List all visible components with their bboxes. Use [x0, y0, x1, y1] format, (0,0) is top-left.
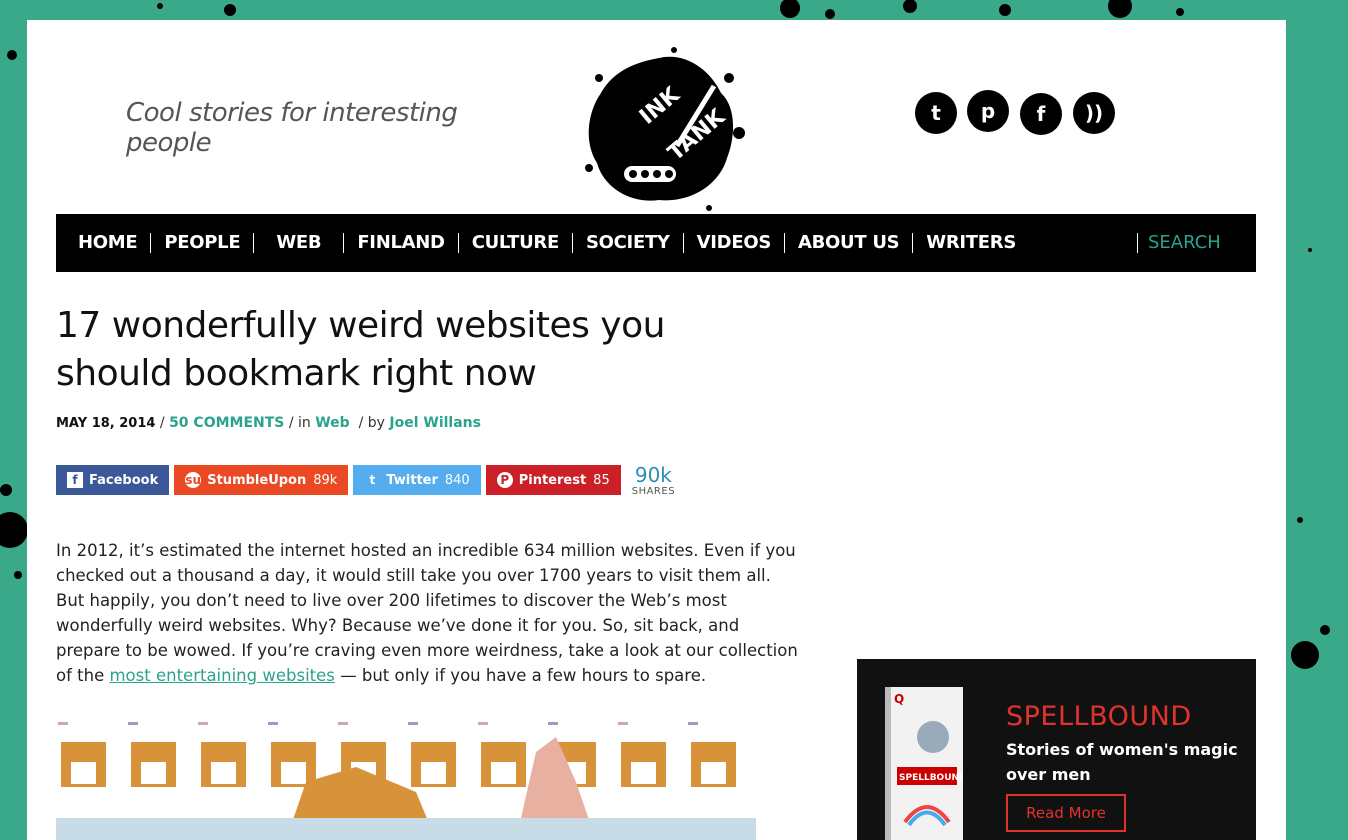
share-stumbleupon-count: 89k [313, 472, 338, 488]
social-links: t p f )) [907, 60, 1137, 170]
book-cover-title: SPELLBOUND [899, 773, 963, 783]
nav-search[interactable]: SEARCH [1137, 233, 1256, 253]
corgi-pixel-art-image [56, 722, 756, 840]
share-twitter-label: Twitter [386, 472, 438, 488]
entertaining-websites-link[interactable]: most entertaining websites [109, 666, 334, 685]
nav-item-web[interactable]: WEB [254, 233, 345, 253]
ink-tank-logo[interactable]: INK TANK [559, 38, 759, 218]
article-meta: MAY 18, 2014 / 50 COMMENTS / in Web / by… [56, 415, 776, 431]
share-facebook-button[interactable]: f Facebook [56, 465, 170, 495]
share-stumbleupon-button[interactable]: su StumbleUpon 89k [174, 465, 349, 495]
article-intro-text: In 2012, it’s estimated the internet hos… [56, 541, 798, 685]
share-total-count: 90k [634, 462, 672, 487]
svg-text:Q: Q [894, 692, 904, 706]
share-total: 90k SHARES [632, 464, 675, 497]
author-link[interactable]: Joel Willans [389, 415, 481, 431]
share-twitter-count: 840 [444, 472, 470, 488]
article-title: 17 wonderfully weird websites you should… [56, 305, 665, 394]
article-intro-text-end: — but only if you have a few hours to sp… [334, 666, 707, 685]
pinterest-icon[interactable]: p [967, 90, 1009, 132]
article-date: MAY 18, 2014 [56, 416, 156, 431]
category-link[interactable]: Web [315, 415, 349, 431]
meta-separator: / [155, 415, 170, 431]
spellbound-ad[interactable]: Q SPELLBOUND SPELLBOUND Stories of women… [857, 659, 1256, 840]
ad-subtitle: Stories of women's magic over men [1006, 740, 1238, 784]
twitter-icon[interactable]: t [915, 92, 957, 134]
comments-link[interactable]: 50 COMMENTS [169, 415, 284, 431]
nav-item-videos[interactable]: VIDEOS [684, 233, 785, 253]
nav-item-culture[interactable]: CULTURE [459, 233, 573, 253]
nav-item-finland[interactable]: FINLAND [344, 233, 459, 253]
site-tagline: Cool stories for interesting people [126, 98, 458, 158]
share-pinterest-count: 85 [593, 472, 610, 488]
share-pinterest-button[interactable]: P Pinterest 85 [485, 465, 621, 495]
facebook-icon: f [67, 472, 83, 488]
share-bar: f Facebook su StumbleUpon 89k t Twitter … [56, 464, 675, 497]
meta-by-label: / by [349, 415, 390, 431]
pinterest-icon: P [496, 472, 513, 488]
share-total-label: SHARES [631, 485, 676, 497]
twitter-icon: t [369, 473, 376, 487]
article-intro: In 2012, it’s estimated the internet hos… [56, 538, 798, 688]
share-twitter-button[interactable]: t Twitter 840 [353, 465, 481, 495]
nav-item-home[interactable]: HOME [56, 233, 152, 253]
main-navigation: HOME PEOPLE WEB FINLAND CULTURE SOCIETY … [56, 214, 1256, 272]
page-container: Cool stories for interesting people INK … [27, 20, 1286, 840]
meta-in-label: / in [284, 415, 316, 431]
nav-item-writers[interactable]: WRITERS [913, 233, 1029, 253]
book-cover-image: Q SPELLBOUND [885, 687, 963, 840]
nav-item-society[interactable]: SOCIETY [573, 233, 684, 253]
share-facebook-label: Facebook [89, 472, 159, 488]
nav-item-people[interactable]: PEOPLE [151, 233, 255, 253]
facebook-icon[interactable]: f [1020, 93, 1062, 135]
read-more-button[interactable]: Read More [1006, 794, 1126, 832]
share-pinterest-label: Pinterest [518, 472, 587, 488]
share-stumbleupon-label: StumbleUpon [207, 472, 307, 488]
stumbleupon-icon: su [185, 472, 202, 488]
ad-headline: SPELLBOUND [1006, 701, 1192, 732]
nav-item-about-us[interactable]: ABOUT US [785, 233, 914, 253]
feed-icon[interactable]: )) [1073, 92, 1115, 134]
